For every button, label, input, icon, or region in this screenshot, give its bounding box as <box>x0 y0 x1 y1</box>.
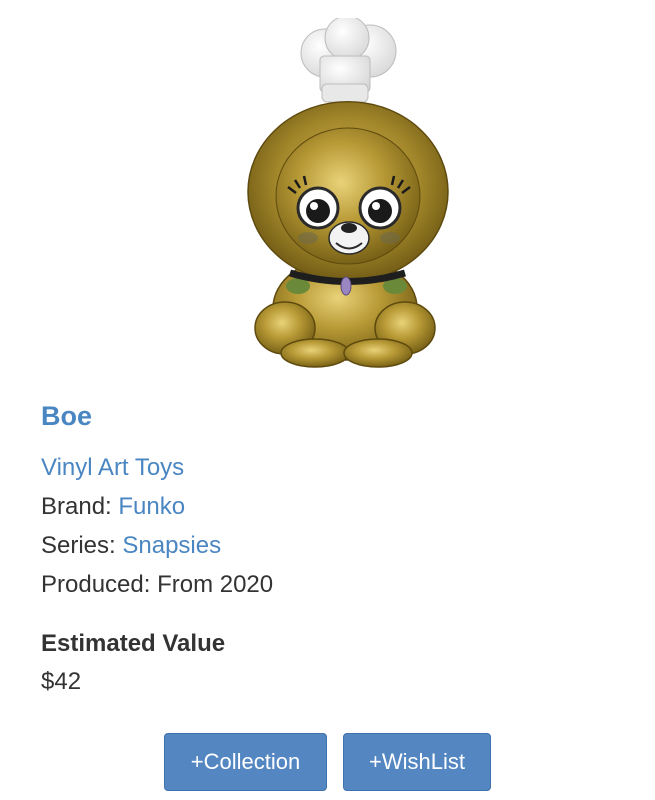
action-buttons: +Collection +WishList <box>0 733 655 791</box>
series-label: Series: <box>41 532 123 559</box>
series-line: Series: Snapsies <box>41 526 621 565</box>
item-details: Boe Vinyl Art Toys Brand: Funko Series: … <box>41 398 621 700</box>
category-line: Vinyl Art Toys <box>41 448 621 487</box>
product-image-figure <box>247 15 449 368</box>
estimated-value-heading: Estimated Value <box>41 630 226 657</box>
produced-line: Produced: From 2020 <box>41 571 274 598</box>
item-title: Boe <box>41 401 93 431</box>
add-to-collection-button[interactable]: +Collection <box>164 733 327 791</box>
add-to-wishlist-button[interactable]: +WishList <box>343 733 491 791</box>
estimated-value-amount: $42 <box>41 668 82 695</box>
brand-line: Brand: Funko <box>41 487 621 526</box>
product-image <box>230 15 460 378</box>
brand-label: Brand: <box>41 493 119 520</box>
series-link[interactable]: Snapsies <box>122 532 221 559</box>
brand-link[interactable]: Funko <box>118 493 185 520</box>
category-link[interactable]: Vinyl Art Toys <box>41 454 184 481</box>
